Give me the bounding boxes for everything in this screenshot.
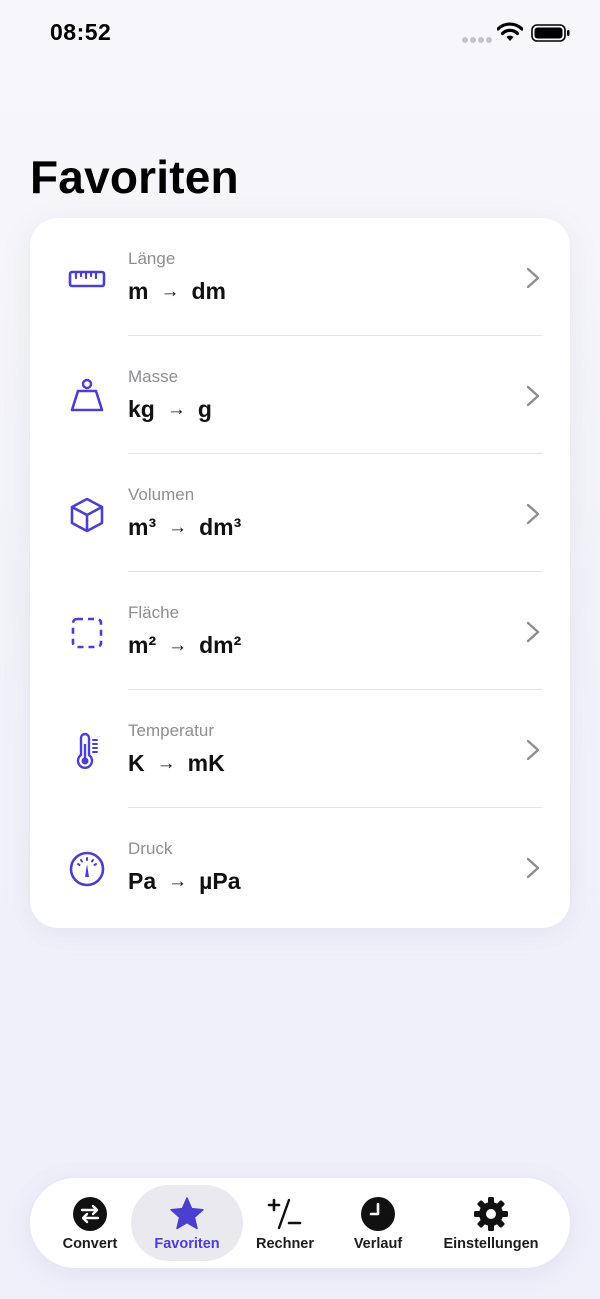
favorite-category: Länge [128, 249, 176, 268]
to-unit: mK [187, 750, 225, 776]
tab-label: Rechner [255, 1236, 315, 1252]
from-unit: kg [128, 396, 155, 422]
tab-convert[interactable]: Convert [44, 1185, 136, 1261]
tab-label: Verlauf [353, 1236, 403, 1252]
favorite-conversion: K → mK [128, 750, 225, 777]
to-unit: µPa [199, 868, 241, 894]
cellular-signal-icon [462, 37, 492, 43]
thermometer-icon [67, 731, 107, 771]
favorite-conversion: m → dm [128, 278, 226, 305]
tab-verlauf[interactable]: Verlauf [336, 1185, 420, 1261]
page-title: Favoriten [30, 151, 239, 203]
favorite-conversion: Pa → µPa [128, 868, 241, 895]
arrow-right-icon: → [168, 871, 188, 892]
status-time: 08:52 [50, 19, 112, 45]
status-bar: 08:52 [0, 0, 600, 70]
from-unit: m [128, 278, 149, 304]
favorite-category: Masse [128, 367, 179, 386]
favorite-category: Fläche [128, 603, 180, 622]
from-unit: Pa [128, 868, 157, 894]
favorite-row-temperatur[interactable]: Temperatur K → mK [30, 690, 570, 808]
favorite-category: Druck [128, 839, 173, 858]
favorites-list: Länge m → dm Masse kg → g Volumen m³ → dm³ [30, 218, 570, 928]
tab-label: Convert [62, 1236, 118, 1252]
chevron-right-icon [525, 266, 541, 290]
to-unit: g [197, 396, 212, 422]
favorite-category: Temperatur [128, 721, 214, 740]
battery-icon [531, 24, 571, 42]
tab-label: Favoriten [154, 1236, 220, 1252]
arrow-right-icon: → [168, 635, 188, 656]
from-unit: m² [128, 632, 157, 658]
arrow-right-icon: → [160, 281, 180, 302]
favorite-conversion: m³ → dm³ [128, 514, 241, 541]
favorite-row-flaeche[interactable]: Fläche m² → dm² [30, 572, 570, 690]
favorite-category: Volumen [128, 485, 195, 504]
tab-favoriten[interactable]: Favoriten [131, 1185, 243, 1261]
to-unit: dm² [199, 632, 242, 658]
to-unit: dm³ [199, 514, 242, 540]
from-unit: K [128, 750, 145, 776]
favorite-row-masse[interactable]: Masse kg → g [30, 336, 570, 454]
wifi-icon [496, 22, 524, 42]
chevron-right-icon [525, 856, 541, 880]
gauge-icon [67, 849, 107, 889]
from-unit: m³ [128, 514, 157, 540]
favorite-row-volumen[interactable]: Volumen m³ → dm³ [30, 454, 570, 572]
chevron-right-icon [525, 738, 541, 762]
area-square-icon [67, 613, 107, 653]
star-icon [169, 1196, 205, 1232]
tab-rechner[interactable]: Rechner [244, 1185, 326, 1261]
tab-einstellungen[interactable]: Einstellungen [435, 1185, 547, 1261]
favorite-conversion: m² → dm² [128, 632, 241, 659]
gear-icon [473, 1196, 509, 1232]
arrow-right-icon: → [156, 753, 176, 774]
chevron-right-icon [525, 502, 541, 526]
to-unit: dm [191, 278, 226, 304]
favorite-row-laenge[interactable]: Länge m → dm [30, 218, 570, 336]
chevron-right-icon [525, 620, 541, 644]
clock-icon [360, 1196, 396, 1232]
arrow-right-icon: → [166, 399, 186, 420]
arrow-right-icon: → [168, 517, 188, 538]
plus-minus-icon [267, 1196, 303, 1232]
ruler-icon [67, 259, 107, 299]
chevron-right-icon [525, 384, 541, 408]
tab-label: Einstellungen [443, 1236, 539, 1252]
favorite-conversion: kg → g [128, 396, 212, 423]
tab-bar: Convert Favoriten Rechner Verlauf Einste… [30, 1178, 570, 1268]
weight-icon [67, 377, 107, 417]
favorite-row-druck[interactable]: Druck Pa → µPa [30, 808, 570, 926]
cube-icon [67, 495, 107, 535]
convert-arrows-icon [72, 1196, 108, 1232]
